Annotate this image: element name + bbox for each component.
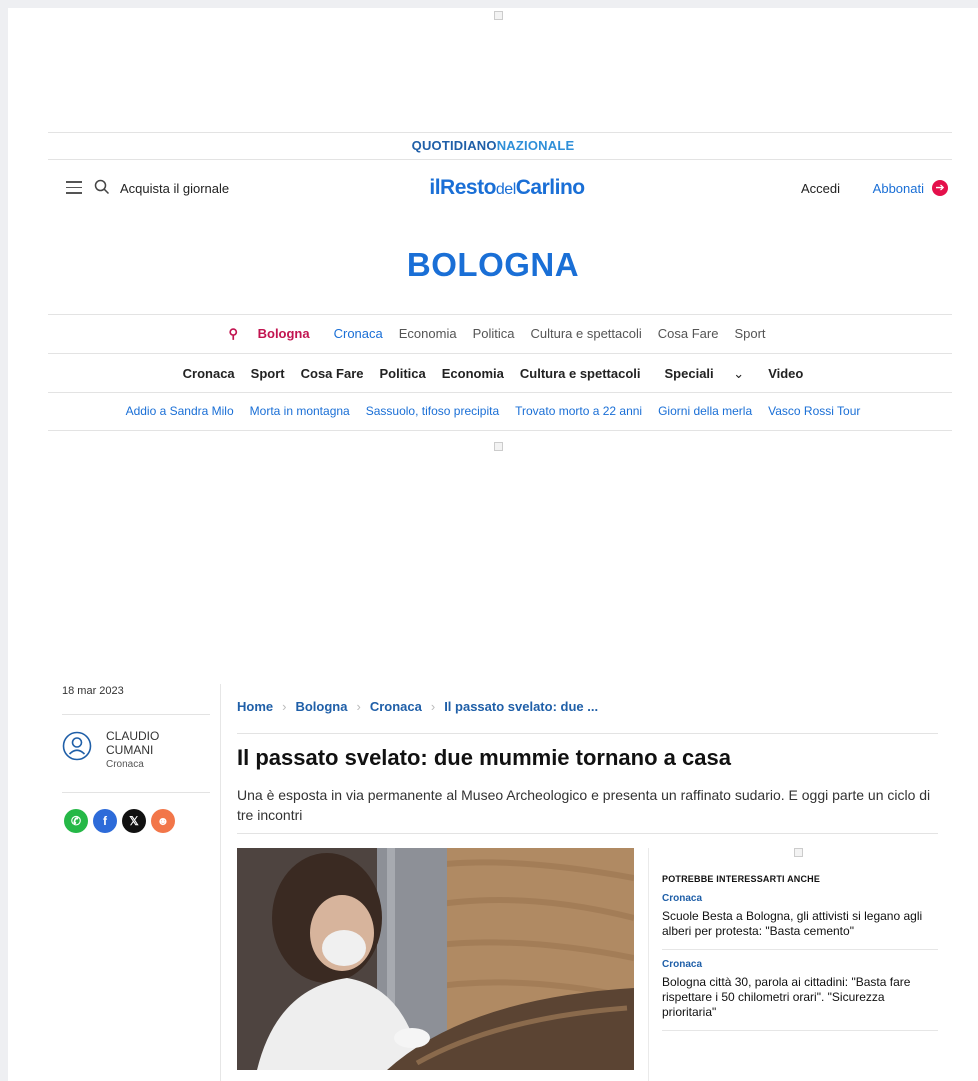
nav-section-item[interactable]: Cosa Fare — [301, 366, 364, 381]
divider — [48, 159, 952, 160]
chevron-down-icon: ⌄ — [733, 366, 745, 381]
article-date: 18 mar 2023 — [62, 685, 124, 697]
subscribe-link[interactable]: Abbonati — [873, 181, 924, 196]
related-category[interactable]: Cronaca — [662, 959, 938, 970]
article-photo[interactable] — [237, 848, 634, 1070]
topic-link[interactable]: Giorni della merla — [658, 404, 752, 418]
divider — [48, 430, 952, 431]
network-logo[interactable]: QUOTIDIANONAZIONALE — [8, 138, 978, 153]
related-category[interactable]: Cronaca — [662, 893, 938, 904]
related-articles: POTREBBE INTERESSARTI ANCHE Cronaca Scuo… — [662, 874, 938, 1031]
breadcrumb: Home › Bologna › Cronaca › Il passato svelato:… — [237, 699, 599, 714]
nav-local-item[interactable]: Cultura e spettacoli — [530, 326, 641, 341]
x-icon[interactable]: 𝕏 — [122, 809, 146, 833]
divider — [48, 392, 952, 393]
nav-section-item[interactable]: Sport — [251, 366, 285, 381]
breadcrumb-home[interactable]: Home — [237, 699, 273, 714]
divider — [48, 314, 952, 315]
nav-section-item[interactable]: Cultura e spettacoli — [520, 366, 641, 381]
related-item[interactable]: Cronaca Scuole Besta a Bologna, gli atti… — [662, 884, 938, 950]
city-title: BOLOGNA — [406, 246, 580, 283]
topic-link[interactable]: Vasco Rossi Tour — [768, 404, 860, 418]
page: QUOTIDIANONAZIONALE Acquista il giornale… — [8, 8, 978, 1081]
divider — [237, 733, 938, 734]
nav-section-item[interactable]: Politica — [380, 366, 426, 381]
ad-marker-mid — [494, 442, 503, 451]
whatsapp-icon[interactable]: ✆ — [64, 809, 88, 833]
ad-marker-top — [494, 11, 503, 20]
arrow-right-icon[interactable]: ➔ — [932, 180, 948, 196]
nav-section-item[interactable]: Economia — [442, 366, 504, 381]
breadcrumb-cronaca[interactable]: Cronaca — [370, 699, 422, 714]
column-divider — [220, 684, 221, 1081]
user-avatar-icon — [62, 731, 92, 761]
author-name: CLAUDIO CUMANI — [106, 729, 160, 757]
divider — [48, 353, 952, 354]
topics-nav: Addio a Sandra Milo Morta in montagna Sass… — [8, 404, 978, 418]
topic-link[interactable]: Trovato morto a 22 anni — [515, 404, 642, 418]
divider — [62, 714, 210, 715]
nav-section-item[interactable]: Cronaca — [183, 366, 235, 381]
nav-section-item[interactable]: Video — [768, 366, 803, 381]
divider — [62, 792, 210, 793]
article-title: Il passato svelato: due mummie tornano a… — [237, 745, 731, 770]
nav-local-item[interactable]: Economia — [399, 326, 457, 341]
related-heading: POTREBBE INTERESSARTI ANCHE — [662, 874, 821, 884]
related-item[interactable]: Cronaca Bologna città 30, parola ai citt… — [662, 950, 938, 1031]
nav-local-item[interactable]: Sport — [734, 326, 765, 341]
divider — [48, 132, 952, 133]
login-link[interactable]: Accedi — [801, 181, 840, 196]
related-title[interactable]: Bologna città 30, parola ai cittadini: "… — [662, 975, 938, 1020]
top-bar: Acquista il giornale ilRestodelCarlino A… — [66, 176, 948, 200]
topic-link[interactable]: Addio a Sandra Milo — [126, 404, 234, 418]
topic-link[interactable]: Sassuolo, tifoso precipita — [366, 404, 499, 418]
nav-location-bologna[interactable]: ⚲ Bologna — [220, 326, 317, 341]
sidebar-divider — [648, 848, 649, 1081]
section-nav: Cronaca Sport Cosa Fare Politica Economia Cul… — [8, 366, 978, 382]
location-pin-icon: ⚲ — [228, 326, 238, 341]
article-summary: Una è esposta in via permanente al Museo… — [237, 787, 931, 823]
topic-link[interactable]: Morta in montagna — [250, 404, 350, 418]
related-title[interactable]: Scuole Besta a Bologna, gli attivisti si… — [662, 909, 938, 939]
reddit-icon[interactable]: ☻ — [151, 809, 175, 833]
author-section: Cronaca — [106, 759, 144, 770]
breadcrumb-bologna[interactable]: Bologna — [295, 699, 347, 714]
facebook-icon[interactable]: f — [93, 809, 117, 833]
nav-local-item[interactable]: Cronaca — [334, 326, 383, 341]
nav-section-item-specials[interactable]: Speciali ⌄ — [657, 366, 753, 381]
nav-local-item[interactable]: Cosa Fare — [658, 326, 719, 341]
local-nav: ⚲ Bologna Cronaca Economia Politica Cultura … — [8, 326, 978, 342]
divider — [237, 833, 938, 834]
ad-marker-side — [794, 848, 803, 857]
breadcrumb-current: Il passato svelato: due ... — [444, 699, 599, 714]
nav-local-item[interactable]: Politica — [473, 326, 515, 341]
